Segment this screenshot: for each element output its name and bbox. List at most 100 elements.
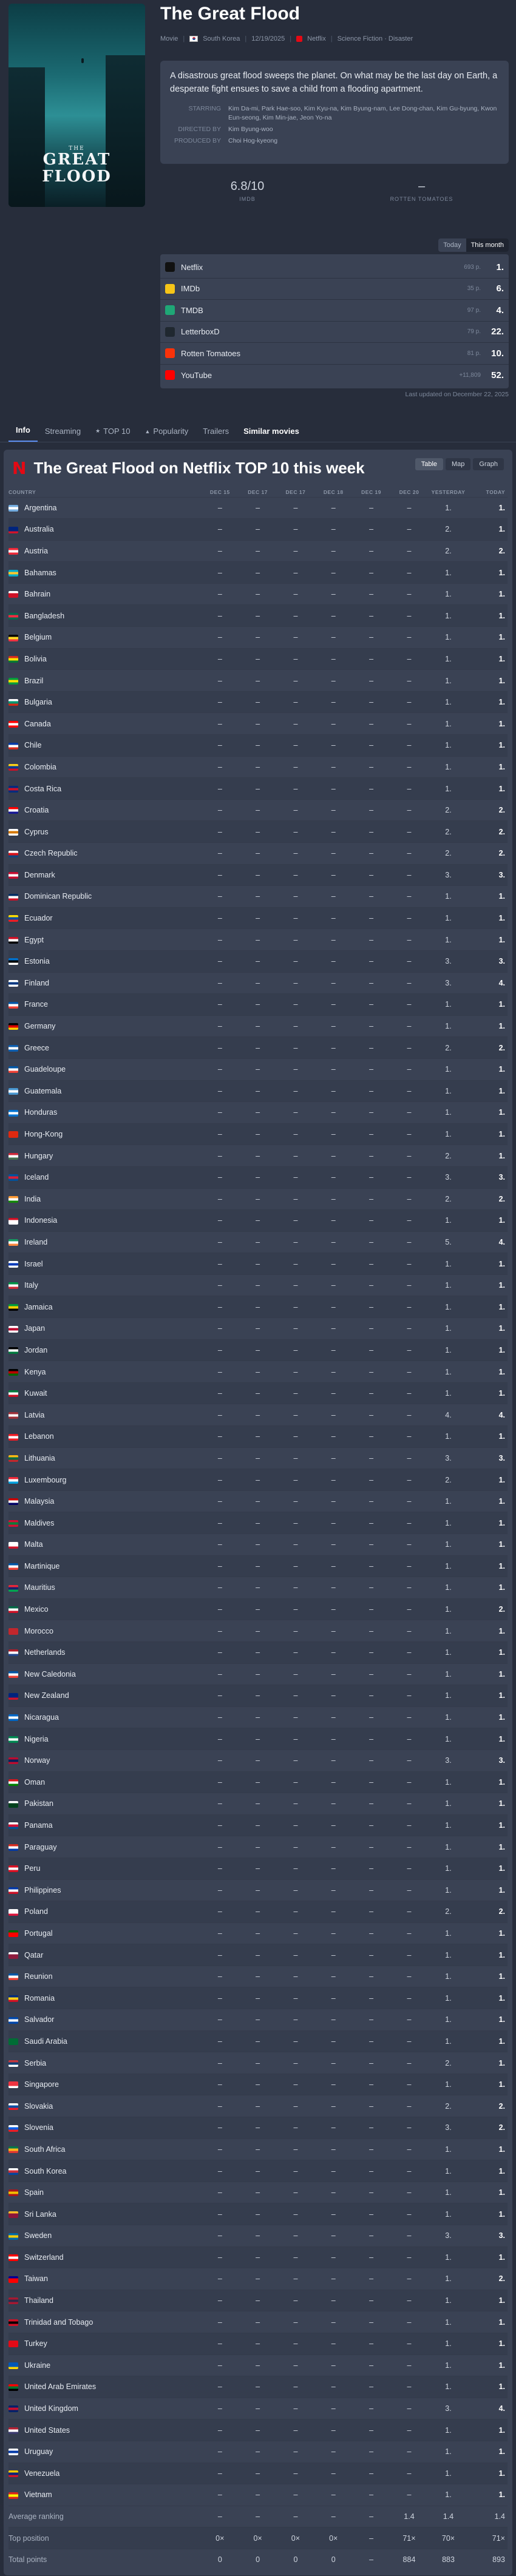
- country-name[interactable]: Salvador: [24, 2015, 54, 2024]
- country-name[interactable]: Greece: [24, 1044, 49, 1052]
- col-day[interactable]: DEC 17: [277, 487, 314, 497]
- col-country[interactable]: COUNTRY: [8, 487, 201, 497]
- country-name[interactable]: South Africa: [24, 2145, 65, 2154]
- country-name[interactable]: Slovakia: [24, 2102, 53, 2111]
- table-row[interactable]: Mexico – – – – – –1. 2.: [8, 1598, 508, 1620]
- country-name[interactable]: Thailand: [24, 2296, 53, 2305]
- table-row[interactable]: Kenya – – – – – –1. 1.: [8, 1361, 508, 1383]
- table-row[interactable]: Poland – – – – – –2. 2.: [8, 1901, 508, 1923]
- country-name[interactable]: Iceland: [24, 1173, 49, 1182]
- table-row[interactable]: Germany – – – – – –1. 1.: [8, 1015, 508, 1037]
- country-name[interactable]: Finland: [24, 979, 49, 987]
- country-name[interactable]: Pakistan: [24, 1799, 53, 1808]
- country-name[interactable]: Switzerland: [24, 2253, 64, 2262]
- table-row[interactable]: Sweden – – – – – –3. 3.: [8, 2225, 508, 2247]
- table-row[interactable]: Switzerland – – – – – –1. 1.: [8, 2246, 508, 2268]
- table-row[interactable]: Paraguay – – – – – –1. 1.: [8, 1836, 508, 1858]
- meta-country[interactable]: South Korea: [203, 35, 240, 42]
- table-row[interactable]: Luxembourg – – – – – –2. 1.: [8, 1469, 508, 1491]
- table-row[interactable]: Dominican Republic – – – – – –1. 1.: [8, 885, 508, 908]
- col-yesterday[interactable]: YESTERDAY: [428, 487, 469, 497]
- table-row[interactable]: Bulgaria – – – – – –1. 1.: [8, 691, 508, 713]
- country-name[interactable]: Uruguay: [24, 2447, 53, 2456]
- country-name[interactable]: Ecuador: [24, 914, 53, 922]
- country-name[interactable]: Kuwait: [24, 1389, 47, 1398]
- country-name[interactable]: Kenya: [24, 1368, 46, 1376]
- table-row[interactable]: Norway – – – – – –3. 3.: [8, 1749, 508, 1772]
- table-row[interactable]: Greece – – – – – –2. 2.: [8, 1036, 508, 1059]
- table-row[interactable]: Malaysia – – – – – –1. 1.: [8, 1490, 508, 1512]
- table-row[interactable]: Guadeloupe – – – – – –1. 1.: [8, 1058, 508, 1081]
- col-day[interactable]: DEC 20: [390, 487, 429, 497]
- table-row[interactable]: Hong-Kong – – – – – –1. 1.: [8, 1123, 508, 1145]
- tab-info[interactable]: Info: [8, 425, 38, 442]
- country-name[interactable]: Morocco: [24, 1627, 53, 1635]
- table-row[interactable]: Bangladesh – – – – – –1. 1.: [8, 604, 508, 627]
- ranking-row[interactable]: IMDb 35 p. 6.: [160, 279, 509, 300]
- country-name[interactable]: Bahrain: [24, 590, 50, 598]
- table-row[interactable]: Jordan – – – – – –1. 1.: [8, 1339, 508, 1361]
- country-name[interactable]: Guadeloupe: [24, 1065, 66, 1073]
- country-name[interactable]: Martinique: [24, 1562, 59, 1570]
- table-row[interactable]: Romania – – – – – –1. 1.: [8, 1987, 508, 2009]
- country-name[interactable]: Dominican Republic: [24, 892, 92, 901]
- country-name[interactable]: Honduras: [24, 1108, 57, 1117]
- country-name[interactable]: Austria: [24, 547, 48, 555]
- country-name[interactable]: Chile: [24, 741, 42, 749]
- table-row[interactable]: Bolivia – – – – – –1. 1.: [8, 647, 508, 670]
- col-today[interactable]: TODAY: [469, 487, 508, 497]
- tab-trailers[interactable]: Trailers: [195, 427, 236, 442]
- country-name[interactable]: New Caledonia: [24, 1670, 76, 1678]
- country-name[interactable]: Luxembourg: [24, 1476, 67, 1484]
- view-map-button[interactable]: Map: [446, 458, 471, 470]
- country-name[interactable]: Portugal: [24, 1929, 53, 1938]
- country-name[interactable]: Lithuania: [24, 1454, 55, 1462]
- country-name[interactable]: Belgium: [24, 633, 52, 641]
- country-name[interactable]: Argentina: [24, 504, 57, 512]
- country-name[interactable]: Maldives: [24, 1519, 54, 1527]
- ranking-row[interactable]: TMDB 97 p. 4.: [160, 300, 509, 322]
- country-name[interactable]: Nicaragua: [24, 1713, 59, 1722]
- table-row[interactable]: Kuwait – – – – – –1. 1.: [8, 1382, 508, 1404]
- country-name[interactable]: Estonia: [24, 957, 50, 965]
- table-row[interactable]: Oman – – – – – –1. 1.: [8, 1771, 508, 1793]
- country-name[interactable]: Mauritius: [24, 1583, 55, 1592]
- country-name[interactable]: United Arab Emirates: [24, 2382, 96, 2391]
- country-name[interactable]: Qatar: [24, 1951, 43, 1959]
- country-name[interactable]: Sri Lanka: [24, 2210, 56, 2219]
- table-row[interactable]: Qatar – – – – – –1. 1.: [8, 1944, 508, 1966]
- this-month-button[interactable]: This month: [466, 238, 509, 252]
- meta-genres[interactable]: Science Fiction · Disaster: [338, 35, 413, 42]
- country-name[interactable]: Hungary: [24, 1152, 53, 1160]
- crew-value[interactable]: Choi Hog-kyeong: [228, 137, 277, 146]
- table-row[interactable]: Hungary – – – – – –2. 1.: [8, 1144, 508, 1167]
- country-name[interactable]: Oman: [24, 1778, 45, 1787]
- country-name[interactable]: Hong-Kong: [24, 1130, 63, 1138]
- table-row[interactable]: Denmark – – – – – –3. 3.: [8, 864, 508, 886]
- table-row[interactable]: Costa Rica – – – – – –1. 1.: [8, 777, 508, 800]
- country-name[interactable]: Canada: [24, 720, 51, 728]
- table-row[interactable]: Indonesia – – – – – –1. 1.: [8, 1209, 508, 1232]
- meta-platform[interactable]: Netflix: [307, 35, 326, 42]
- tab-streaming[interactable]: Streaming: [38, 427, 88, 442]
- table-row[interactable]: Cyprus – – – – – –2. 2.: [8, 820, 508, 843]
- table-row[interactable]: United Arab Emirates – – – – – –1. 1.: [8, 2376, 508, 2398]
- today-button[interactable]: Today: [438, 238, 466, 252]
- country-name[interactable]: Guatemala: [24, 1087, 61, 1095]
- table-row[interactable]: Turkey – – – – – –1. 1.: [8, 2332, 508, 2355]
- country-name[interactable]: Lebanon: [24, 1432, 54, 1441]
- table-row[interactable]: Nigeria – – – – – –1. 1.: [8, 1728, 508, 1750]
- country-name[interactable]: France: [24, 1000, 48, 1009]
- country-name[interactable]: Bahamas: [24, 569, 56, 577]
- country-name[interactable]: South Korea: [24, 2167, 67, 2175]
- table-row[interactable]: Honduras – – – – – –1. 1.: [8, 1101, 508, 1124]
- country-name[interactable]: Ireland: [24, 1238, 47, 1246]
- country-name[interactable]: Reunion: [24, 1972, 53, 1981]
- country-name[interactable]: Bangladesh: [24, 612, 64, 620]
- crew-value[interactable]: Kim Da-mi, Park Hae-soo, Kim Kyu-na, Kim…: [228, 104, 499, 123]
- tab-similar-movies[interactable]: Similar movies: [236, 427, 307, 442]
- table-row[interactable]: Salvador – – – – – –1. 1.: [8, 2009, 508, 2031]
- table-row[interactable]: Netherlands – – – – – –1. 1.: [8, 1641, 508, 1664]
- country-name[interactable]: Ukraine: [24, 2361, 50, 2370]
- poster-image[interactable]: THE GREAT FLOOD: [8, 4, 145, 207]
